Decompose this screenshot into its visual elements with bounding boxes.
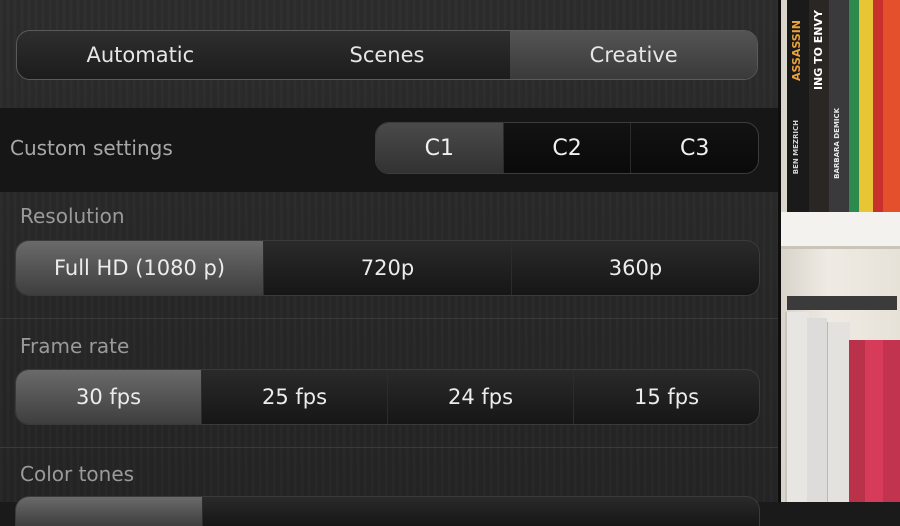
tab-creative[interactable]: Creative [510, 31, 757, 79]
book-spine-author: BEN MEZRICH [792, 120, 800, 175]
book-spine-title: ING TO ENVY [812, 10, 825, 91]
resolution-option-1080p[interactable]: Full HD (1080 p) [16, 241, 263, 295]
color-tones-selector[interactable] [15, 496, 760, 526]
frame-rate-selector: 30 fps 25 fps 24 fps 15 fps [15, 369, 760, 425]
frame-rate-option-25[interactable]: 25 fps [201, 370, 387, 424]
book-spine [883, 0, 900, 212]
frame-rate-option-30[interactable]: 30 fps [16, 370, 201, 424]
custom-setting-c3[interactable]: C3 [630, 123, 758, 173]
tab-automatic[interactable]: Automatic [17, 31, 264, 79]
custom-settings-label: Custom settings [10, 136, 173, 160]
resolution-option-360p[interactable]: 360p [511, 241, 759, 295]
frame-rate-label: Frame rate [20, 334, 130, 358]
frame-rate-option-24[interactable]: 24 fps [387, 370, 573, 424]
shelf-board [781, 212, 900, 249]
tab-scenes[interactable]: Scenes [264, 31, 511, 79]
book-spine: ASSASSIN BEN MEZRICH [787, 0, 809, 212]
color-tone-option[interactable] [201, 497, 759, 526]
book-top [787, 296, 897, 310]
book-spine [883, 340, 900, 502]
book-spine: BARBARA DEMICK [829, 0, 849, 212]
book-spine [827, 322, 850, 502]
resolution-option-720p[interactable]: 720p [263, 241, 511, 295]
book-spine-author: BARBARA DEMICK [833, 108, 841, 179]
book-spine [849, 0, 859, 212]
frame-rate-option-15[interactable]: 15 fps [573, 370, 759, 424]
book-spine [865, 340, 883, 502]
color-tone-option[interactable] [16, 497, 202, 526]
book-spine [859, 0, 873, 212]
resolution-label: Resolution [20, 204, 125, 228]
custom-setting-c1[interactable]: C1 [376, 123, 503, 173]
section-divider [0, 318, 778, 319]
color-tones-label: Color tones [20, 462, 135, 486]
custom-settings-selector: C1 C2 C3 [375, 122, 759, 174]
section-divider [0, 447, 778, 448]
book-spine [785, 312, 809, 502]
book-spine [807, 318, 827, 502]
camera-viewfinder[interactable]: ASSASSIN BEN MEZRICH ING TO ENVY BARBARA… [781, 0, 900, 502]
book-spine: ING TO ENVY [809, 0, 829, 212]
mode-tabs: Automatic Scenes Creative [16, 30, 758, 80]
book-spine-title: ASSASSIN [790, 20, 803, 82]
custom-setting-c2[interactable]: C2 [502, 123, 631, 173]
resolution-selector: Full HD (1080 p) 720p 360p [15, 240, 760, 296]
book-spine [873, 0, 883, 212]
book-spine [849, 340, 865, 502]
